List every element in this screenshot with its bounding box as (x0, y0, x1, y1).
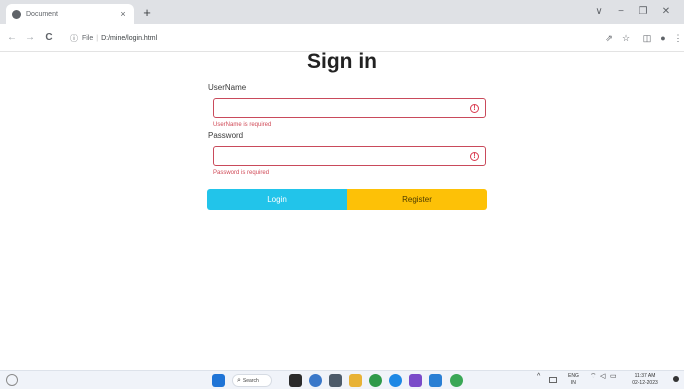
page-title: Sign in (307, 50, 377, 73)
tab-title: Document (26, 10, 58, 18)
battery-icon[interactable]: ▭ (610, 373, 617, 380)
favicon-icon (12, 9, 21, 19)
address-url[interactable]: D:/mine/login.html (101, 35, 157, 42)
clock-date: 02-12-2023 (632, 380, 658, 386)
screen: Document × + ∨ − ❐ ✕ ← → C ⓘ File | D:/m… (0, 0, 684, 389)
new-tab-button[interactable]: + (140, 6, 154, 20)
browser-toolbar: ← → C ⓘ File | D:/mine/login.html ⇗ ☆ ◫ … (0, 24, 684, 52)
clock-time: 11:37 AM (634, 373, 656, 379)
browser-tab[interactable]: Document × (6, 4, 134, 24)
windows-taskbar: ⌕ Search ^ ENG IN ⌔ ◁ ▭ 11:37 AM 02-12-2… (0, 370, 684, 389)
camera-app-icon[interactable] (329, 374, 342, 387)
language-indicator[interactable]: ENG IN (568, 373, 579, 387)
password-error-icon: ! (470, 152, 479, 161)
password-label: Password (208, 131, 244, 140)
back-button[interactable]: ← (6, 31, 18, 45)
tab-search-chevron-icon[interactable]: ∨ (592, 5, 606, 19)
tray-chevron-icon[interactable]: ^ (537, 373, 540, 380)
minimize-button[interactable]: − (614, 5, 628, 19)
wifi-icon[interactable]: ⌔ (590, 373, 597, 380)
form-actions: Login Register (207, 189, 487, 210)
profile-icon[interactable]: ● (657, 31, 669, 45)
username-label: UserName (208, 83, 247, 92)
file-explorer-icon[interactable] (349, 374, 362, 387)
task-view-icon[interactable] (289, 374, 302, 387)
sidebar-icon[interactable]: ◫ (641, 31, 653, 45)
address-scheme: File (82, 34, 94, 42)
search-icon: ⌕ (237, 376, 241, 384)
reload-button[interactable]: C (43, 31, 55, 45)
volume-icon[interactable]: ◁ (600, 373, 605, 380)
address-separator: | (96, 34, 99, 42)
username-error-message: UserName is required (213, 122, 272, 128)
login-button[interactable]: Login (207, 189, 347, 210)
bookmark-star-icon[interactable]: ☆ (620, 31, 632, 45)
restore-button[interactable]: ❐ (636, 5, 650, 19)
language-code: ENG (568, 373, 579, 379)
weather-icon[interactable] (6, 374, 18, 386)
taskbar-search[interactable]: ⌕ Search (232, 374, 272, 387)
password-error-message: Password is required (213, 170, 270, 176)
browser-tab-strip: Document × + ∨ − ❐ ✕ (0, 0, 684, 24)
clock[interactable]: 11:37 AM 02-12-2023 (624, 373, 666, 387)
tray-display-icon[interactable] (549, 377, 557, 383)
vscode-icon[interactable] (429, 374, 442, 387)
notification-icon[interactable] (673, 376, 679, 382)
close-window-button[interactable]: ✕ (659, 5, 673, 19)
store-app-icon[interactable] (409, 374, 422, 387)
chrome-app-icon[interactable] (369, 374, 382, 387)
address-bar[interactable]: ⓘ File | D:/mine/login.html (70, 30, 590, 46)
site-info-icon[interactable]: ⓘ (70, 33, 78, 44)
forward-button[interactable]: → (24, 31, 36, 45)
register-button[interactable]: Register (347, 189, 487, 210)
password-field-wrapper: ! (213, 146, 486, 167)
widgets-icon[interactable] (309, 374, 322, 387)
tab-close-icon[interactable]: × (118, 9, 128, 19)
chrome-active-icon[interactable] (450, 374, 463, 387)
edge-app-icon[interactable] (389, 374, 402, 387)
username-error-icon: ! (470, 104, 479, 113)
password-input[interactable] (214, 148, 485, 167)
share-icon[interactable]: ⇗ (603, 31, 615, 45)
start-icon[interactable] (212, 374, 225, 387)
language-region: IN (570, 380, 576, 386)
username-input[interactable] (214, 100, 485, 119)
menu-icon[interactable]: ⋮ (672, 31, 684, 45)
taskbar-search-label: Search (242, 377, 259, 384)
signin-form: UserName ! UserName is required Password… (208, 82, 486, 178)
username-field-wrapper: ! (213, 98, 486, 119)
